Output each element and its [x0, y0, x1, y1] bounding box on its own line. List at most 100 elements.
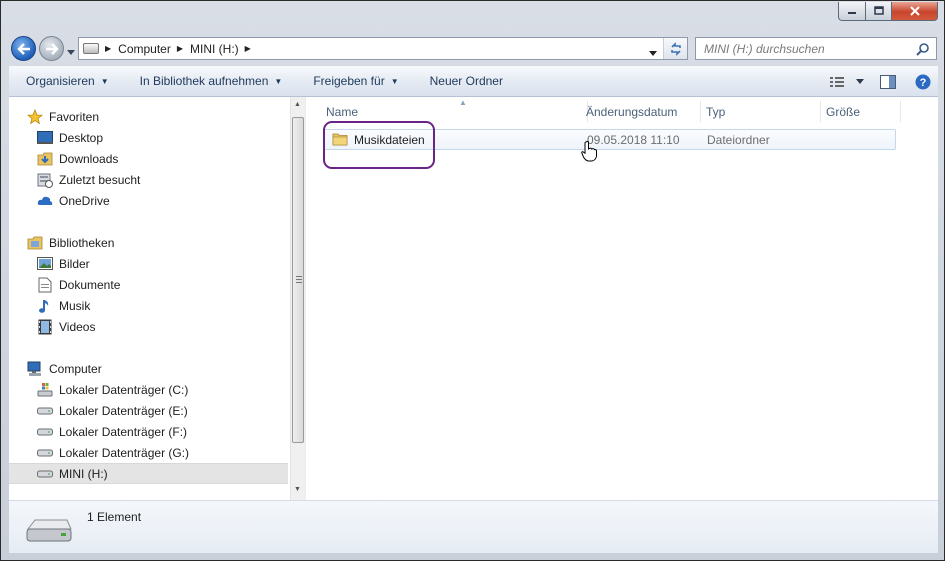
column-header-modified[interactable]: Änderungsdatum [581, 101, 701, 122]
scrollbar-thumb[interactable] [292, 117, 304, 443]
nav-label: Dokumente [59, 277, 121, 292]
forward-button[interactable] [39, 36, 64, 61]
column-header-type[interactable]: Typ [701, 101, 821, 122]
breadcrumb-arrow-icon[interactable]: ▶ [177, 44, 183, 53]
item-count: 1 Element [87, 510, 142, 524]
nav-label: Desktop [59, 130, 104, 145]
computer-icon [83, 43, 99, 54]
view-options-dropdown[interactable] [852, 66, 868, 97]
file-list: ▲ Name Änderungsdatum Typ Größe Musikdat… [306, 97, 938, 500]
nav-item-desktop[interactable]: Desktop [9, 127, 288, 148]
include-in-library-button[interactable]: In Bibliothek aufnehmen ▼ [123, 66, 297, 97]
nav-item-drive-e[interactable]: Lokaler Datenträger (E:) [9, 400, 288, 421]
documents-icon [37, 277, 53, 293]
column-label: Größe [826, 104, 861, 119]
share-label: Freigeben für [313, 74, 385, 88]
address-bar[interactable]: ▶ Computer ▶ MINI (H:) ▶ [78, 37, 688, 60]
star-icon [27, 108, 43, 125]
organize-button[interactable]: Organisieren ▼ [9, 66, 123, 97]
navigation-pane: Favoriten Desktop Downloads Zuletzt besu… [9, 97, 288, 500]
file-modified: 09.05.2018 11:10 [587, 133, 680, 147]
breadcrumb-computer[interactable]: Computer [118, 42, 171, 56]
close-icon [909, 6, 920, 16]
scroll-down-icon[interactable]: ▼ [294, 486, 301, 493]
nav-item-onedrive[interactable]: OneDrive [9, 190, 288, 211]
nav-item-music[interactable]: Musik [9, 295, 288, 316]
address-history-dropdown[interactable] [649, 45, 657, 59]
chevron-down-icon [856, 79, 864, 84]
pictures-icon [37, 256, 53, 272]
chevron-down-icon: ▼ [100, 76, 109, 86]
nav-item-pictures[interactable]: Bilder [9, 253, 288, 274]
breadcrumb-arrow-icon[interactable]: ▶ [105, 44, 111, 53]
search-box[interactable] [695, 37, 937, 60]
share-with-button[interactable]: Freigeben für ▼ [296, 66, 412, 97]
refresh-icon [670, 41, 681, 56]
nav-label: Favoriten [49, 109, 100, 124]
column-header-name[interactable]: ▲ Name [321, 98, 588, 122]
nav-item-drive-c[interactable]: Lokaler Datenträger (C:) [9, 379, 288, 400]
computer-icon [27, 361, 43, 377]
column-header-size[interactable]: Größe [821, 101, 901, 122]
nav-label: Lokaler Datenträger (F:) [59, 424, 188, 439]
caption-buttons [838, 2, 938, 21]
file-type: Dateiordner [707, 133, 770, 147]
music-note-icon [37, 298, 53, 314]
breadcrumb-arrow-icon[interactable]: ▶ [245, 44, 251, 53]
column-label: Änderungsdatum [586, 104, 678, 119]
chevron-down-icon: ▼ [390, 76, 399, 86]
nav-label: Downloads [59, 151, 119, 166]
chevron-down-icon: ▼ [274, 76, 283, 86]
nav-item-documents[interactable]: Dokumente [9, 274, 288, 295]
nav-item-videos[interactable]: Videos [9, 316, 288, 337]
drive-icon [37, 424, 53, 440]
preview-pane-button[interactable] [868, 66, 908, 97]
main-panes: Favoriten Desktop Downloads Zuletzt besu… [9, 97, 938, 500]
nav-computer[interactable]: Computer [9, 358, 288, 379]
videos-icon [37, 319, 53, 335]
nav-libraries[interactable]: Bibliotheken [9, 232, 288, 253]
minimize-icon [848, 12, 856, 14]
new-folder-button[interactable]: Neuer Ordner [413, 66, 517, 97]
nav-label: Lokaler Datenträger (C:) [59, 382, 189, 397]
nav-item-downloads[interactable]: Downloads [9, 148, 288, 169]
toolbar-right: ? [822, 66, 938, 97]
svg-text:?: ? [920, 77, 927, 89]
explorer-window: ▶ Computer ▶ MINI (H:) ▶ Organisieren ▼ … [0, 0, 945, 561]
view-list-icon [830, 76, 844, 87]
annotation-highlight [323, 121, 435, 169]
command-bar: Organisieren ▼ In Bibliothek aufnehmen ▼… [9, 66, 938, 97]
search-icon[interactable] [916, 42, 930, 56]
maximize-icon [873, 6, 884, 15]
breadcrumb-drive[interactable]: MINI (H:) [190, 42, 239, 56]
maximize-button[interactable] [866, 2, 892, 21]
grip-icon [296, 276, 302, 283]
nav-label: Bibliotheken [49, 235, 115, 250]
drive-icon [37, 466, 53, 482]
close-button[interactable] [892, 2, 938, 21]
column-label: Name [326, 104, 359, 119]
desktop-icon [37, 130, 53, 146]
organize-label: Organisieren [26, 74, 95, 88]
recent-pages-dropdown[interactable] [67, 44, 75, 58]
nav-item-drive-h[interactable]: MINI (H:) [9, 463, 288, 484]
nav-label: Musik [59, 298, 91, 313]
navigation-scrollbar[interactable]: ▲ ▼ [290, 97, 305, 500]
nav-favorites[interactable]: Favoriten [9, 106, 288, 127]
new-folder-label: Neuer Ordner [429, 74, 503, 88]
nav-item-drive-g[interactable]: Lokaler Datenträger (G:) [9, 442, 288, 463]
scroll-up-icon[interactable]: ▲ [294, 101, 301, 108]
minimize-button[interactable] [838, 2, 866, 21]
arrow-right-icon [45, 42, 59, 55]
help-button[interactable]: ? [908, 66, 938, 97]
back-button[interactable] [11, 36, 36, 61]
search-input[interactable] [704, 41, 909, 56]
column-label: Typ [706, 104, 726, 119]
chevron-down-icon [67, 50, 75, 55]
nav-item-recent[interactable]: Zuletzt besucht [9, 169, 288, 190]
chevron-down-icon [649, 51, 657, 56]
nav-item-drive-f[interactable]: Lokaler Datenträger (F:) [9, 421, 288, 442]
title-bar [1, 1, 944, 29]
refresh-button[interactable] [663, 38, 687, 59]
change-view-button[interactable] [822, 66, 852, 97]
